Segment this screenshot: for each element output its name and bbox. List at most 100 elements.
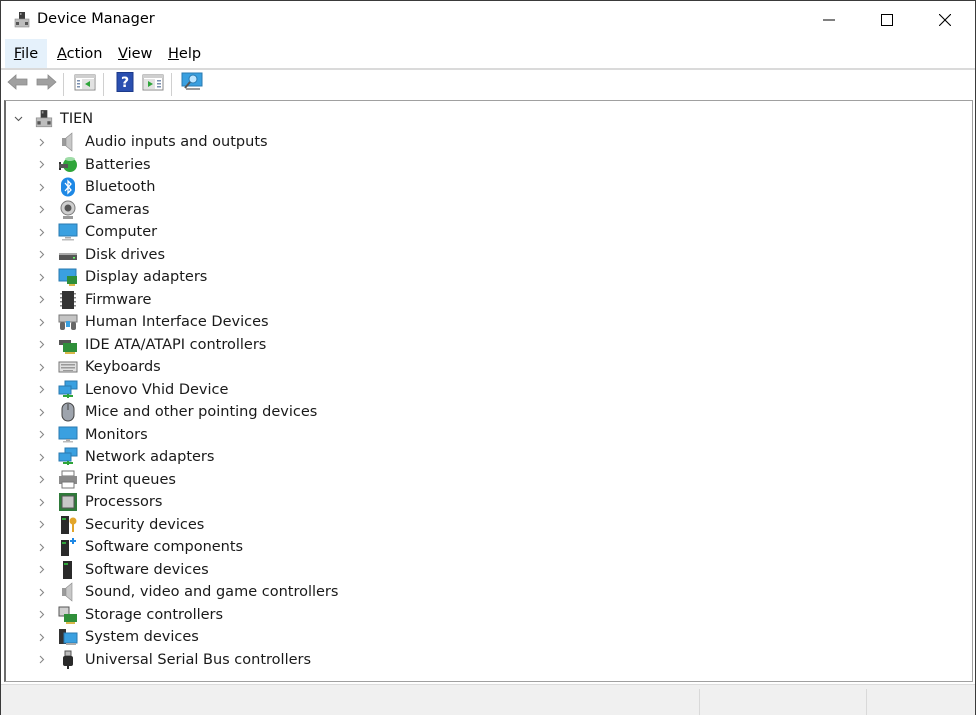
tree-category-node[interactable]: Software devices <box>36 559 209 581</box>
tree-category-node[interactable]: Disk drives <box>36 244 165 266</box>
tree-category-node[interactable]: Security devices <box>36 514 204 536</box>
tree-category-label: Bluetooth <box>85 179 156 195</box>
tree-category-node[interactable]: Keyboards <box>36 356 161 378</box>
chevron-right-icon[interactable] <box>36 631 48 643</box>
chevron-right-icon[interactable] <box>36 451 48 463</box>
tree-category-node[interactable]: Network adapters <box>36 446 214 468</box>
chevron-right-icon[interactable] <box>36 294 48 306</box>
tree-category-label: Human Interface Devices <box>85 314 269 330</box>
chevron-right-icon[interactable] <box>36 204 48 216</box>
show-hide-action-pane-button[interactable] <box>142 73 164 95</box>
storage-controller-icon <box>58 605 78 625</box>
tree-category-node[interactable]: Print queues <box>36 469 176 491</box>
forward-button[interactable] <box>35 73 57 95</box>
tree-category-node[interactable]: IDE ATA/ATAPI controllers <box>36 334 266 356</box>
tree-category-node[interactable]: Display adapters <box>36 266 207 288</box>
minimize-icon <box>823 11 835 30</box>
chevron-right-icon[interactable] <box>36 654 48 666</box>
tree-category-node[interactable]: Sound, video and game controllers <box>36 581 338 603</box>
back-button[interactable] <box>7 73 29 95</box>
mouse-icon <box>58 402 78 422</box>
tree-category-node[interactable]: Storage controllers <box>36 604 223 626</box>
tree-category-node[interactable]: Computer <box>36 221 157 243</box>
chevron-right-icon[interactable] <box>36 541 48 553</box>
chevron-right-icon[interactable] <box>36 316 48 328</box>
menu-help-text: elp <box>178 46 202 62</box>
tree-category-node[interactable]: Human Interface Devices <box>36 311 269 333</box>
chevron-right-icon[interactable] <box>36 564 48 576</box>
tree-category-label: Storage controllers <box>85 606 224 623</box>
tree-category-node[interactable]: Batteries <box>36 154 151 176</box>
computer-icon <box>58 222 78 242</box>
chevron-right-icon[interactable] <box>36 136 48 148</box>
bluetooth-icon <box>58 177 78 197</box>
window-title: Device Manager <box>37 11 155 27</box>
chevron-right-icon[interactable] <box>36 586 48 598</box>
arrow-right-icon <box>35 73 57 95</box>
tree-category-label: Firmware <box>85 291 152 308</box>
menu-view[interactable]: View <box>118 39 152 68</box>
chevron-right-icon[interactable] <box>36 226 48 238</box>
tree-category-node[interactable]: Software components <box>36 536 243 558</box>
arrow-left-icon <box>7 73 29 95</box>
chevron-down-icon[interactable] <box>12 113 24 125</box>
tree-category-label: Security devices <box>85 516 205 533</box>
show-hide-console-tree-button[interactable] <box>74 73 96 95</box>
toolbar-separator <box>171 73 172 96</box>
tree-category-label: Batteries <box>85 156 151 173</box>
tree-category-node[interactable]: Bluetooth <box>36 176 155 198</box>
menu-view-text: iew <box>127 46 153 62</box>
chevron-right-icon[interactable] <box>36 609 48 621</box>
tree-category-node[interactable]: Lenovo Vhid Device <box>36 379 228 401</box>
maximize-icon <box>881 11 893 30</box>
camera-icon <box>58 200 78 220</box>
tree-category-node[interactable]: Processors <box>36 491 162 513</box>
tree-category-label: Lenovo Vhid Device <box>85 381 229 398</box>
tree-category-node[interactable]: Mice and other pointing devices <box>36 401 317 423</box>
chevron-right-icon[interactable] <box>36 384 48 396</box>
scan-hardware-button[interactable] <box>181 72 203 95</box>
tree-category-label: Audio inputs and outputs <box>85 134 268 150</box>
device-manager-window: Device Manager File Action View Help ? T… <box>0 0 976 715</box>
chevron-right-icon[interactable] <box>36 249 48 261</box>
menu-action[interactable]: Action <box>57 39 102 68</box>
chevron-right-icon[interactable] <box>36 519 48 531</box>
menu-file[interactable]: File <box>5 39 47 68</box>
chevron-right-icon[interactable] <box>36 159 48 171</box>
tree-category-label: Processors <box>85 494 163 510</box>
menu-help[interactable]: Help <box>168 39 201 68</box>
menu-action-accel: A <box>57 46 67 62</box>
tree-category-label: Keyboards <box>85 359 161 375</box>
tree-category-label: Display adapters <box>85 269 208 285</box>
minimize-button[interactable] <box>800 1 858 39</box>
tree-category-label: IDE ATA/ATAPI controllers <box>85 336 267 353</box>
display-adapter-icon <box>58 267 78 287</box>
close-button[interactable] <box>916 1 974 39</box>
status-bar-divider <box>699 689 700 715</box>
title-bar: Device Manager <box>1 1 975 39</box>
chevron-right-icon[interactable] <box>36 271 48 283</box>
toolbar-separator <box>63 73 64 96</box>
tree-category-node[interactable]: System devices <box>36 626 199 648</box>
chevron-right-icon[interactable] <box>36 474 48 486</box>
chevron-right-icon[interactable] <box>36 406 48 418</box>
printer-icon <box>58 470 78 490</box>
tree-category-label: Universal Serial Bus controllers <box>85 651 312 668</box>
maximize-button[interactable] <box>858 1 916 39</box>
tree-category-node[interactable]: Firmware <box>36 289 151 311</box>
tree-root-label: TIEN <box>60 111 94 127</box>
tree-category-label: Cameras <box>85 201 150 218</box>
tree-category-node[interactable]: Cameras <box>36 199 149 221</box>
chevron-right-icon[interactable] <box>36 429 48 441</box>
chevron-right-icon[interactable] <box>36 496 48 508</box>
chevron-right-icon[interactable] <box>36 361 48 373</box>
tree-root-node[interactable]: TIEN <box>12 108 93 130</box>
chevron-right-icon[interactable] <box>36 181 48 193</box>
chevron-right-icon[interactable] <box>36 339 48 351</box>
tree-category-node[interactable]: Monitors <box>36 424 148 446</box>
help-button[interactable]: ? <box>114 72 136 95</box>
tree-category-label: Computer <box>85 224 158 240</box>
tree-category-node[interactable]: Audio inputs and outputs <box>36 131 268 153</box>
menu-file-text: ile <box>21 46 39 62</box>
tree-category-node[interactable]: Universal Serial Bus controllers <box>36 649 311 671</box>
